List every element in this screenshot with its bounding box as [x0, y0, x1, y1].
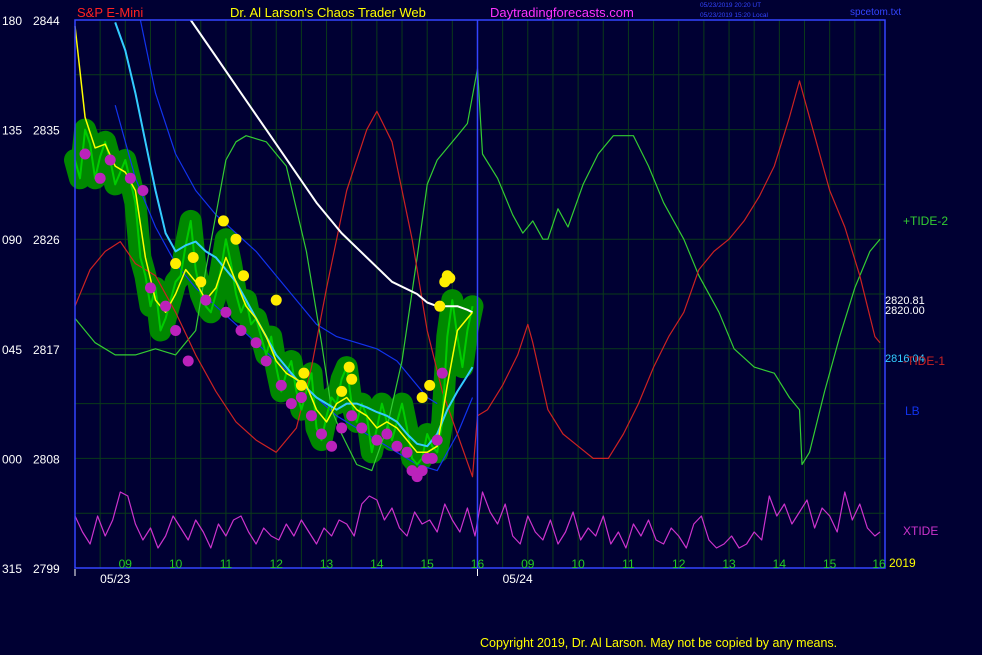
pivot-high-marker: [187, 251, 199, 263]
timestamp-ut: 05/23/2019 20:20 UT: [700, 2, 761, 9]
pivot-low-marker: [426, 452, 438, 464]
pivot-low-marker: [124, 172, 136, 184]
pivot-high-marker: [346, 373, 358, 385]
time-tick-label: 16: [471, 557, 485, 571]
pivot-high-marker: [295, 379, 307, 391]
pivot-high-marker: [444, 272, 456, 284]
time-tick-label: 13: [320, 557, 334, 571]
legend-xtide: XTIDE: [903, 524, 938, 538]
legend-lb: LB: [905, 404, 920, 418]
pivot-low-marker: [401, 446, 413, 458]
time-tick-label: 16: [872, 557, 886, 571]
price-tick-label: 2835: [33, 124, 60, 138]
pivot-high-marker: [424, 379, 436, 391]
time-tick-label: 11: [622, 557, 635, 571]
pivot-high-marker: [298, 367, 310, 379]
pivot-high-marker: [343, 361, 355, 373]
pivot-high-marker: [217, 215, 229, 227]
time-tick-label: 15: [823, 557, 837, 571]
time-tick-label: 09: [521, 557, 535, 571]
time-tick-label: 09: [119, 557, 133, 571]
pivot-low-marker: [326, 440, 338, 452]
pivot-low-marker: [436, 367, 448, 379]
pivot-high-marker: [434, 300, 446, 312]
pivot-low-marker: [220, 306, 232, 318]
time-tick-label: 13: [722, 557, 736, 571]
pivot-low-marker: [346, 410, 358, 422]
year-label: 2019: [889, 556, 916, 570]
pivot-low-marker: [416, 465, 428, 477]
chaos-trader-chart: 180 2844 135 2835 090 2826 045 2817 000 2808 315 27…: [2, 2, 948, 650]
price-tick-label: 2799: [33, 562, 60, 576]
index-tick-label: 135: [2, 124, 22, 138]
pivot-low-marker: [431, 434, 443, 446]
pivot-low-marker: [79, 148, 91, 160]
symbol-title: S&P E-Mini: [77, 5, 143, 20]
pivot-low-marker: [356, 422, 368, 434]
pivot-low-marker: [250, 337, 262, 349]
pivot-low-marker: [170, 325, 182, 337]
pivot-low-marker: [316, 428, 328, 440]
price-tick-label: 2808: [33, 452, 60, 466]
pivot-high-marker: [195, 276, 207, 288]
time-tick-label: 15: [420, 557, 434, 571]
price-tick-label: 2844: [33, 14, 60, 28]
price-tick-label: 2826: [33, 233, 60, 247]
chart-window: 180 2844 135 2835 090 2826 045 2817 000 2808 315 27…: [0, 0, 982, 650]
date-label: 05/23: [100, 572, 130, 586]
time-tick-label: 10: [169, 557, 183, 571]
site-name: Daytradingforecasts.com: [490, 5, 634, 20]
pivot-low-marker: [275, 379, 287, 391]
pivot-low-marker: [104, 154, 116, 166]
pivot-low-marker: [295, 392, 307, 404]
pivot-low-marker: [182, 355, 194, 367]
copyright-notice: Copyright 2019, Dr. Al Larson. May not b…: [480, 636, 837, 650]
time-tick-label: 10: [571, 557, 585, 571]
pivot-low-marker: [235, 325, 247, 337]
index-tick-label: 180: [2, 14, 22, 28]
time-tick-label: 12: [672, 557, 686, 571]
price-tick-label: 2817: [33, 343, 60, 357]
index-tick-label: 090: [2, 233, 22, 247]
pivot-low-marker: [305, 410, 317, 422]
index-tick-label: 315: [2, 562, 22, 576]
timestamp-local: 05/23/2019 15:20 Local: [700, 12, 769, 19]
pivot-low-marker: [381, 428, 393, 440]
date-label: 05/24: [503, 572, 533, 586]
pivot-low-marker: [260, 355, 272, 367]
time-tick-label: 14: [370, 557, 384, 571]
time-tick-label: 14: [773, 557, 787, 571]
pivot-low-marker: [285, 398, 297, 410]
chart-title: Dr. Al Larson's Chaos Trader Web: [230, 5, 426, 20]
pivot-low-marker: [200, 294, 212, 306]
index-tick-label: 045: [2, 343, 22, 357]
pivot-low-marker: [94, 172, 106, 184]
pivot-high-marker: [336, 385, 348, 397]
pivot-low-marker: [336, 422, 348, 434]
pivot-low-marker: [144, 282, 156, 294]
pivot-low-marker: [371, 434, 383, 446]
pivot-high-marker: [416, 392, 428, 404]
pivot-high-marker: [230, 233, 242, 245]
pivot-high-marker: [270, 294, 282, 306]
pivot-low-marker: [137, 184, 149, 196]
time-tick-label: 11: [220, 557, 233, 571]
index-tick-label: 000: [2, 452, 22, 466]
pivot-low-marker: [391, 440, 403, 452]
pivot-low-marker: [160, 300, 172, 312]
pivot-high-marker: [238, 270, 250, 282]
source-file: spcetom.txt: [850, 7, 901, 18]
pivot-high-marker: [170, 258, 182, 270]
legend-tide-minus1: -TIDE-1: [903, 354, 945, 368]
ema-close-value-label: 2820.00: [885, 305, 925, 317]
legend-tide-plus2: +TIDE-2: [903, 214, 948, 228]
time-tick-label: 12: [270, 557, 284, 571]
